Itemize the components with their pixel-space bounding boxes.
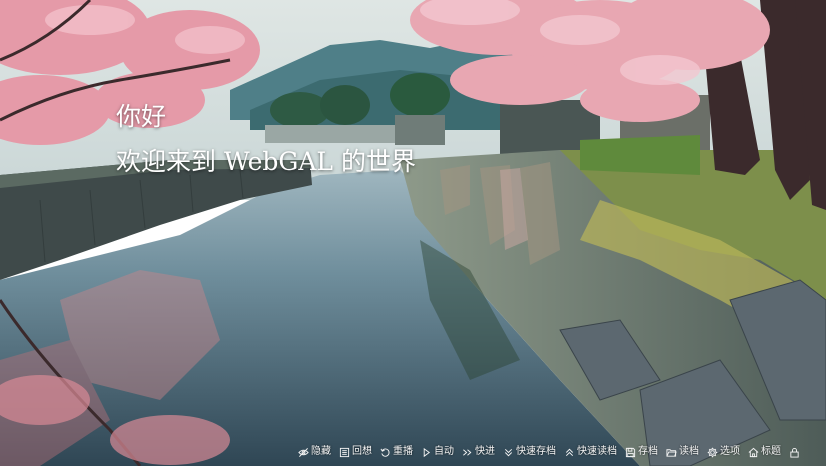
eye-off-icon <box>298 447 309 457</box>
replay-icon <box>380 448 390 457</box>
options-button[interactable]: 选项 <box>707 444 740 460</box>
dialog-line-2: 欢迎来到 WebGAL 的世界 <box>116 147 416 176</box>
auto-label: 自动 <box>434 446 454 457</box>
chevron-down-double-icon <box>504 448 513 456</box>
folder-open-icon <box>666 448 677 457</box>
fast-forward-icon <box>463 448 472 456</box>
home-icon <box>748 447 759 457</box>
control-bar: 隐藏 回想 重播 自动 快进 快速存档 快速读档 存档 读档 选项 标题 <box>298 444 800 460</box>
replay-button[interactable]: 重播 <box>380 444 413 460</box>
backlog-button[interactable]: 回想 <box>339 444 372 460</box>
lock-button[interactable] <box>789 447 800 458</box>
quick-load-button[interactable]: 快速读档 <box>564 444 617 460</box>
play-icon <box>423 447 431 457</box>
hide-label: 隐藏 <box>311 446 331 457</box>
save-button[interactable]: 存档 <box>625 444 658 460</box>
backlog-label: 回想 <box>352 446 372 457</box>
title-label: 标题 <box>761 446 781 457</box>
dialog-line-1: 你好 <box>116 102 167 131</box>
replay-label: 重播 <box>393 446 413 457</box>
backlog-icon <box>339 447 350 457</box>
load-button[interactable]: 读档 <box>666 444 699 460</box>
chevron-up-double-icon <box>565 448 574 456</box>
background-scene <box>0 0 826 466</box>
quick-save-label: 快速存档 <box>516 446 556 457</box>
options-label: 选项 <box>720 446 740 457</box>
auto-button[interactable]: 自动 <box>421 444 454 460</box>
load-label: 读档 <box>679 446 699 457</box>
fast-forward-button[interactable]: 快进 <box>462 444 495 460</box>
lock-icon <box>790 447 799 458</box>
gear-icon <box>707 447 718 457</box>
quick-save-button[interactable]: 快速存档 <box>503 444 556 460</box>
hide-button[interactable]: 隐藏 <box>298 444 331 460</box>
quick-load-label: 快速读档 <box>577 446 617 457</box>
title-button[interactable]: 标题 <box>748 444 781 460</box>
dialog-box: 你好 欢迎来到 WebGAL 的世界 <box>116 94 416 184</box>
save-icon <box>625 447 636 457</box>
save-label: 存档 <box>638 446 658 457</box>
fast-forward-label: 快进 <box>475 446 495 457</box>
